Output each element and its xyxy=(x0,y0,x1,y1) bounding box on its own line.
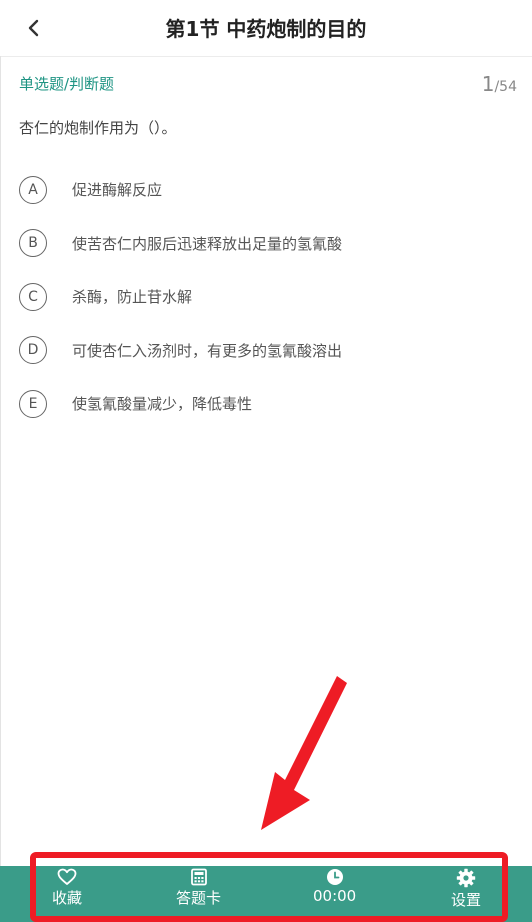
annotation-highlight-box xyxy=(30,852,508,922)
option-text: 使氢氰酸量减少，降低毒性 xyxy=(72,395,253,414)
option-c[interactable]: C 杀酶，防止苷水解 xyxy=(19,270,342,324)
option-d[interactable]: D 可使杏仁入汤剂时，有更多的氢氰酸溶出 xyxy=(19,324,342,378)
option-letter: A xyxy=(19,175,47,204)
option-text: 使苦杏仁内服后迅速释放出足量的氢氰酸 xyxy=(72,234,343,253)
option-b[interactable]: B 使苦杏仁内服后迅速释放出足量的氢氰酸 xyxy=(19,217,342,271)
question-counter: 1/54 xyxy=(482,72,517,96)
total-questions: /54 xyxy=(494,79,517,95)
option-letter: D xyxy=(19,336,47,365)
question-type-label: 单选题/判断题 xyxy=(19,75,115,93)
page-title: 第1节 中药炮制的目的 xyxy=(165,17,367,41)
options-list: A 促进酶解反应 B 使苦杏仁内服后迅速释放出足量的氢氰酸 C 杀酶，防止苷水解… xyxy=(19,163,342,431)
current-question-number: 1 xyxy=(481,72,495,96)
left-divider xyxy=(0,56,1,866)
option-a[interactable]: A 促进酶解反应 xyxy=(19,163,342,217)
option-letter: B xyxy=(19,229,47,258)
question-stem: 杏仁的炮制作用为（）。 xyxy=(19,119,177,137)
header-bar: 第1节 中药炮制的目的 xyxy=(0,0,532,57)
annotation-arrow xyxy=(261,676,347,830)
option-text: 可使杏仁入汤剂时，有更多的氢氰酸溶出 xyxy=(72,341,343,360)
option-letter: E xyxy=(19,389,47,418)
option-e[interactable]: E 使氢氰酸量减少，降低毒性 xyxy=(19,377,342,431)
option-text: 促进酶解反应 xyxy=(72,181,163,200)
option-letter: C xyxy=(19,282,47,311)
option-text: 杀酶，防止苷水解 xyxy=(72,288,193,307)
